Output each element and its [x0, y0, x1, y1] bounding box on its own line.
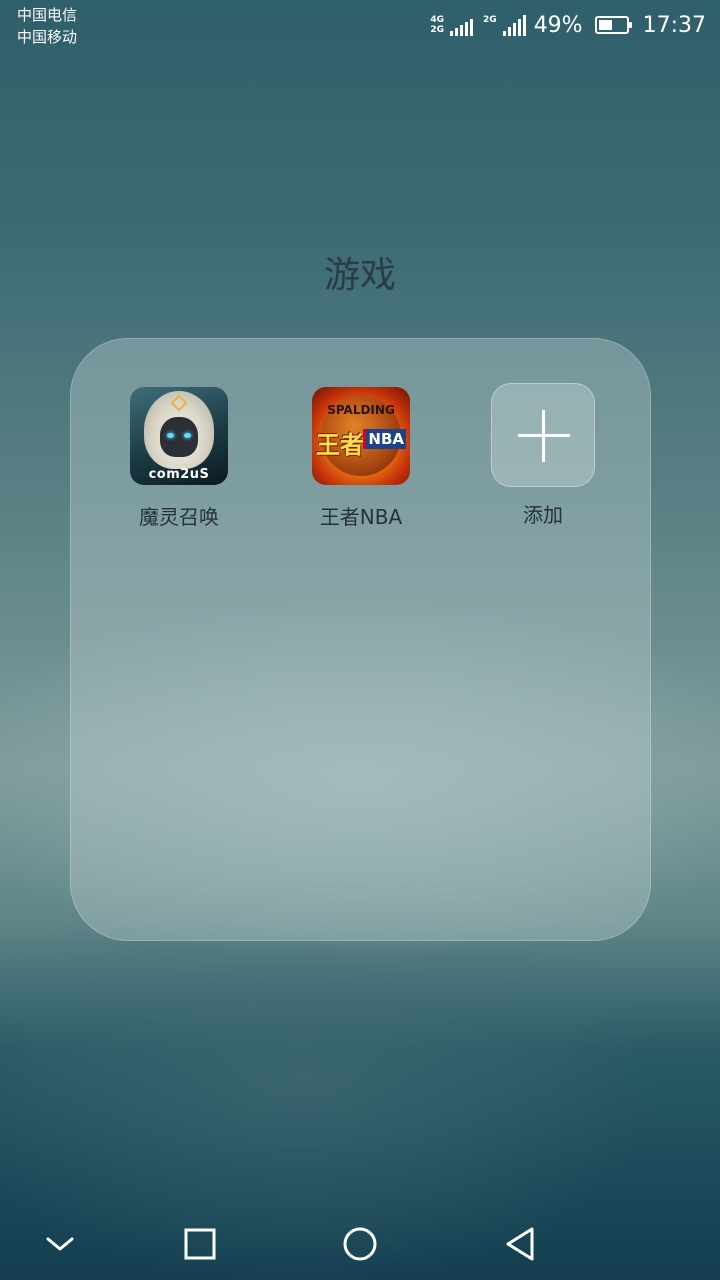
sim2-network-type: 2G — [483, 15, 497, 35]
folder-title[interactable]: 游戏 — [0, 246, 720, 298]
sim2-network-label: 2G — [483, 15, 497, 25]
nba-king-logo-text: 王者 — [316, 431, 364, 459]
nav-home-button[interactable] — [332, 1216, 388, 1272]
triangle-back-icon — [506, 1227, 534, 1261]
nav-recents-button[interactable] — [172, 1216, 228, 1272]
add-label: 添加 — [523, 503, 563, 527]
sim1-network-top: 4G — [430, 15, 445, 25]
navigation-bar — [0, 1208, 720, 1280]
battery-icon — [594, 16, 632, 34]
sim1-network-bottom: 2G — [430, 25, 445, 35]
sim1-network-type: 4G 2G — [430, 15, 444, 35]
app-summoners-war[interactable]: com2uS 魔灵召唤 — [99, 387, 259, 530]
summoners-war-app-icon[interactable]: com2uS — [130, 387, 228, 485]
clock: 17:37 — [642, 12, 706, 38]
add-app-button[interactable]: 添加 — [463, 383, 623, 528]
carrier-info: 中国电信 中国移动 — [17, 4, 77, 48]
status-indicators: 4G 2G 2G 49% 17:37 — [430, 8, 706, 42]
nba-king-app-icon[interactable]: SPALDING 王者 NBA — [312, 387, 410, 485]
status-bar: 中国电信 中国移动 4G 2G 2G 49% 17:37 — [0, 0, 720, 50]
summoners-brand-text: com2uS — [148, 467, 210, 482]
app-label-summoners-war: 魔灵召唤 — [139, 505, 219, 529]
carrier-1-label: 中国电信 — [17, 6, 78, 24]
add-tile[interactable] — [491, 383, 595, 487]
nba-badge: NBA — [363, 429, 406, 449]
chevron-down-icon — [46, 1237, 74, 1251]
nav-back-button[interactable] — [492, 1216, 548, 1272]
nba-spalding-text: SPALDING — [327, 403, 395, 417]
battery-percent: 49% — [533, 12, 583, 38]
circle-icon — [343, 1227, 377, 1261]
sim2-signal-icon — [502, 14, 526, 36]
carrier-2-label: 中国移动 — [17, 28, 78, 46]
battery-level-fill — [598, 20, 612, 30]
square-icon — [184, 1228, 216, 1260]
sim1-signal-icon — [450, 14, 474, 36]
app-nba-king[interactable]: SPALDING 王者 NBA 王者NBA — [281, 387, 441, 530]
app-label-nba-king: 王者NBA — [319, 505, 403, 529]
nav-collapse-button[interactable] — [32, 1216, 88, 1272]
folder-panel: com2uS 魔灵召唤 SPALDING 王者 NBA 王者NBA 添加 — [70, 338, 651, 941]
